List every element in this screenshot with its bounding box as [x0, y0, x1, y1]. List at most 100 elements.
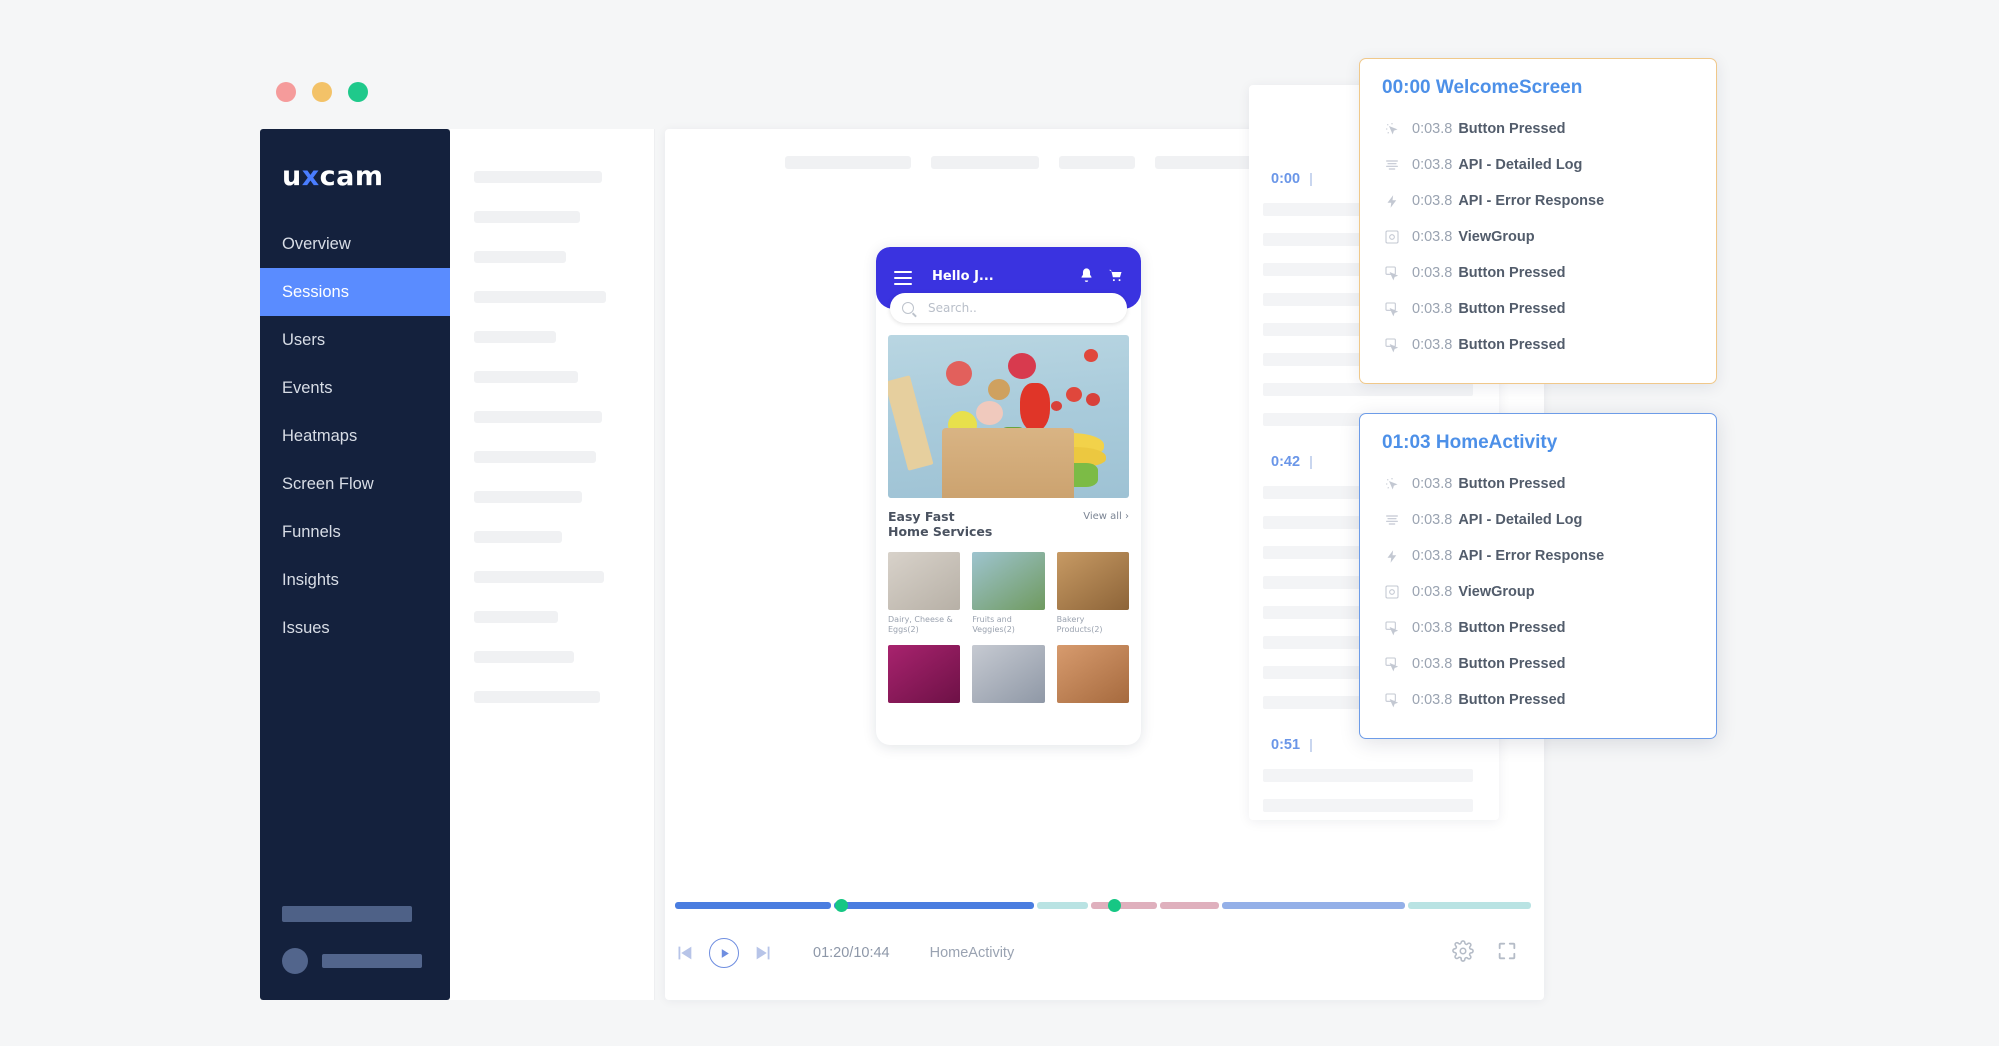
play-button[interactable] [709, 938, 739, 968]
sidebar-item-heatmaps[interactable]: Heatmaps [260, 412, 450, 460]
phone-section-title: Easy Fast Home Services [888, 509, 992, 539]
category-item[interactable] [972, 645, 1044, 703]
event-card-home-activity[interactable]: 01:03 HomeActivity 0:03.8Button Pressed0… [1359, 413, 1717, 739]
category-item[interactable] [1057, 645, 1129, 703]
sidebar-item-issues[interactable]: Issues [260, 604, 450, 652]
grocery-bag [942, 428, 1074, 498]
event-list: 0:03.8Button Pressed 0:03.8 API - Detailed… [1382, 111, 1694, 363]
sidebar-item-insights[interactable]: Insights [260, 556, 450, 604]
event-timestamp: 0:03.8 [1412, 692, 1452, 708]
event-card-title: 01:03 HomeActivity [1382, 432, 1694, 454]
sidebar-item-sessions[interactable]: Sessions [260, 268, 450, 316]
tap-cursor-icon [1382, 475, 1402, 493]
event-row[interactable]: 0:03.8Button Pressed [1382, 646, 1694, 682]
hamburger-icon[interactable] [894, 271, 912, 289]
category-label: Fruits and Veggies(2) [972, 615, 1044, 635]
event-row[interactable]: 0:03.8API - Detailed Log [1382, 502, 1694, 538]
category-item[interactable]: Bakery Products(2) [1057, 552, 1129, 635]
skeleton-row [474, 331, 556, 343]
skeleton-chip [785, 156, 911, 169]
sidebar-item-label: Insights [282, 571, 339, 589]
skeleton-row [474, 691, 600, 703]
event-timestamp: 0:03.8 [1412, 157, 1452, 173]
sidebar-item-funnels[interactable]: Funnels [260, 508, 450, 556]
session-list-panel[interactable] [450, 129, 655, 1000]
event-row[interactable]: 0:03.8ViewGroup [1382, 574, 1694, 610]
phone-greeting: Hello J... [932, 269, 994, 284]
skeleton-row [474, 451, 596, 463]
sidebar-item-overview[interactable]: Overview [260, 220, 450, 268]
event-row[interactable]: 0:03.8Button Pressed [1382, 466, 1694, 502]
button-press-icon [1382, 619, 1402, 637]
event-row[interactable]: 0:03.8Button Pressed [1382, 610, 1694, 646]
timeline-segment[interactable] [1222, 902, 1405, 909]
event-row[interactable]: 0:03.8Button Pressed [1382, 111, 1694, 147]
event-row[interactable]: 0:03.8Button Pressed [1382, 291, 1694, 327]
category-thumbnail [1057, 552, 1129, 610]
timeline-scrubber[interactable] [675, 902, 1534, 909]
button-press-icon [1382, 300, 1402, 318]
event-row[interactable]: 0:03.8 API - Detailed Log [1382, 147, 1694, 183]
window-close-button[interactable] [276, 82, 296, 102]
sidebar-item-users[interactable]: Users [260, 316, 450, 364]
timeline-marker[interactable] [1108, 899, 1121, 912]
event-list: 0:03.8Button Pressed0:03.8API - Detailed… [1382, 466, 1694, 718]
hero-banner-image [888, 335, 1129, 498]
timeline-marker[interactable] [835, 899, 848, 912]
timeline-segment[interactable] [1160, 902, 1219, 909]
timeline-timestamp: 0:00 [1271, 171, 1300, 187]
sidebar-item-label: Overview [282, 235, 351, 253]
event-label: API - Detailed Log [1458, 157, 1582, 173]
category-thumbnail [888, 552, 960, 610]
uxcam-logo[interactable]: uxcam [282, 161, 450, 192]
category-thumbnail [972, 552, 1044, 610]
event-timestamp: 0:03.8 [1412, 584, 1452, 600]
window-maximize-button[interactable] [348, 82, 368, 102]
timeline-segment[interactable] [1408, 902, 1531, 909]
event-label: API - Error Response [1458, 193, 1604, 209]
event-row[interactable]: 0:03.8API - Error Response [1382, 183, 1694, 219]
window-minimize-button[interactable] [312, 82, 332, 102]
event-label: API - Error Response [1458, 548, 1604, 564]
phone-search-bar[interactable]: Search.. [890, 293, 1127, 323]
logo-text-cam: cam [320, 161, 384, 192]
gear-icon[interactable] [1452, 940, 1474, 967]
event-row[interactable]: 0:03.8ViewGroup [1382, 219, 1694, 255]
skip-next-icon[interactable] [753, 942, 775, 964]
event-label: Button Pressed [1458, 620, 1565, 636]
event-row[interactable]: 0:03.8Button Pressed [1382, 255, 1694, 291]
event-timestamp: 0:03.8 [1412, 476, 1452, 492]
fullscreen-icon[interactable] [1496, 940, 1518, 967]
timeline-segment[interactable] [834, 902, 1034, 909]
timeline-segment[interactable] [1037, 902, 1088, 909]
sidebar-item-label: Funnels [282, 523, 341, 541]
sidebar-item-events[interactable]: Events [260, 364, 450, 412]
category-item[interactable] [888, 645, 960, 703]
timeline-segment[interactable] [675, 902, 831, 909]
log-lines-icon [1382, 511, 1402, 529]
category-item[interactable]: Fruits and Veggies(2) [972, 552, 1044, 635]
skip-previous-icon[interactable] [673, 942, 695, 964]
timeline-timestamp: 0:42 [1271, 454, 1300, 470]
event-row[interactable]: 0:03.8Button Pressed [1382, 682, 1694, 718]
view-all-link[interactable]: View all › [1083, 511, 1129, 522]
skeleton-row [474, 411, 602, 423]
skeleton-row [474, 651, 574, 663]
sidebar-user-row[interactable] [282, 948, 450, 974]
section-title-line2: Home Services [888, 524, 992, 539]
event-row[interactable]: 0:03.8API - Error Response [1382, 538, 1694, 574]
sidebar-item-label: Events [282, 379, 332, 397]
lightning-bolt-icon [1382, 192, 1402, 210]
bell-icon[interactable] [1078, 267, 1095, 289]
sidebar-item-label: Users [282, 331, 325, 349]
event-row[interactable]: 0:03.8Button Pressed [1382, 327, 1694, 363]
skeleton-chip [1059, 156, 1135, 169]
view-all-label: View all [1083, 511, 1122, 522]
event-card-welcome-screen[interactable]: 00:00 WelcomeScreen 0:03.8Button Pressed… [1359, 58, 1717, 384]
skeleton-row [1263, 769, 1473, 782]
cart-icon[interactable] [1107, 267, 1125, 289]
timeline-segment[interactable] [1091, 902, 1157, 909]
sidebar-item-screen-flow[interactable]: Screen Flow [260, 460, 450, 508]
category-item[interactable]: Dairy, Cheese & Eggs(2) [888, 552, 960, 635]
button-press-icon [1382, 336, 1402, 354]
